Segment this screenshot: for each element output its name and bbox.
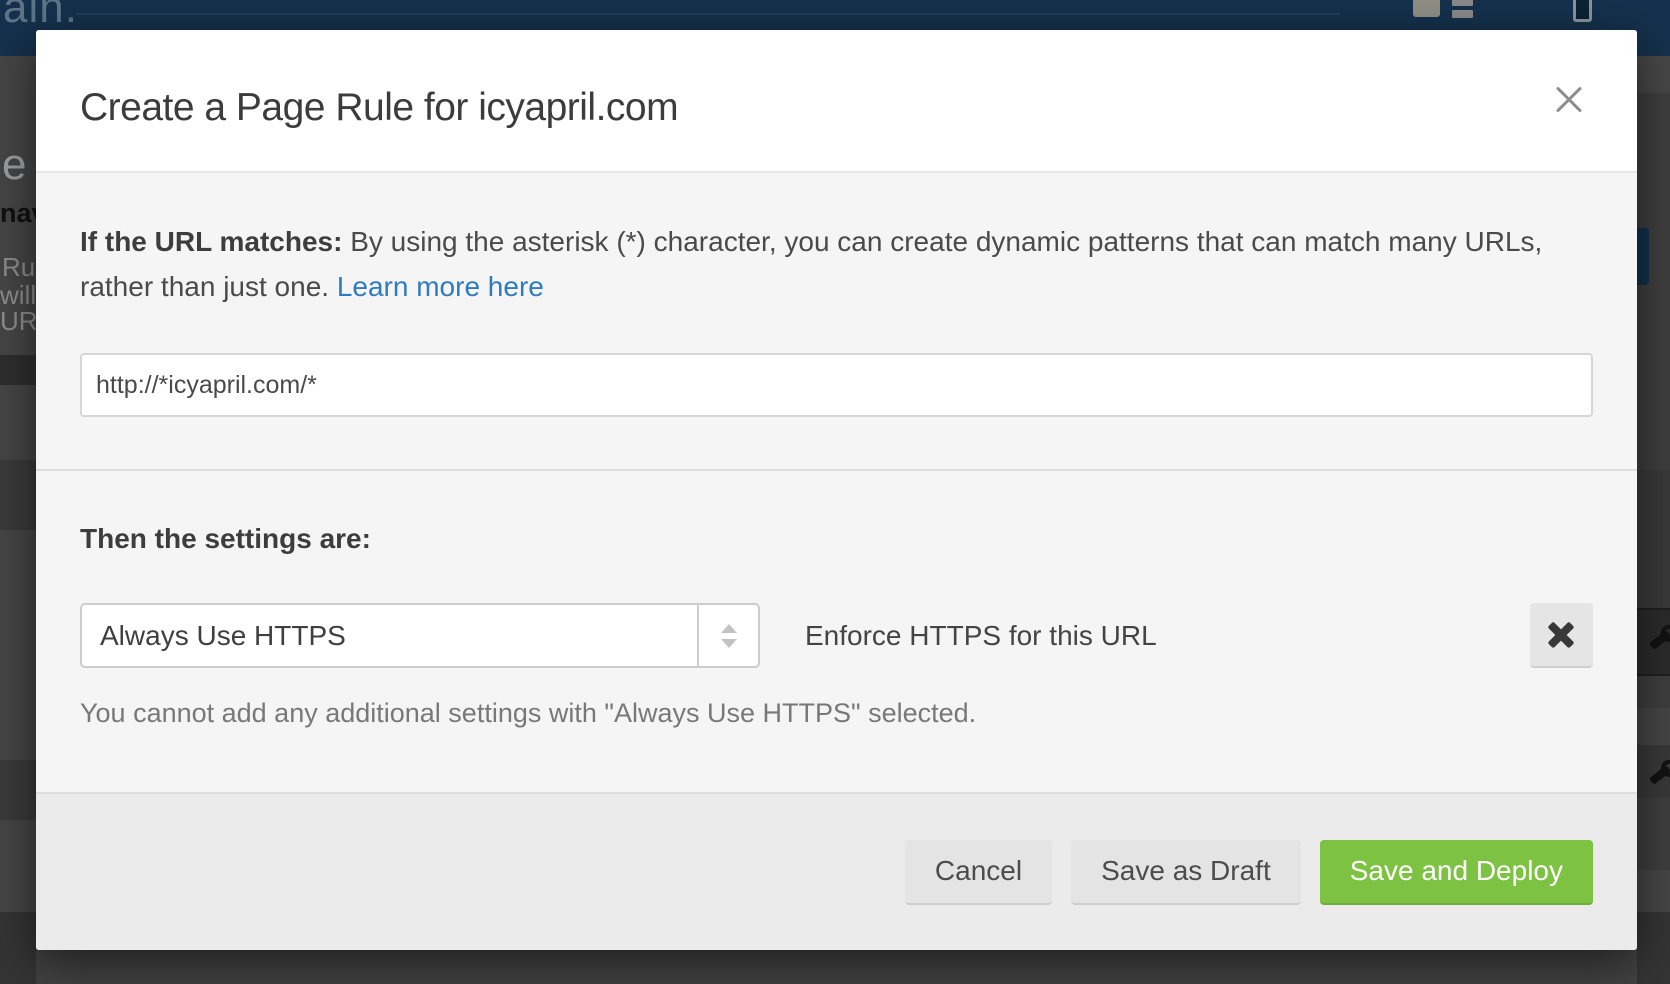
list-lines-icon xyxy=(1452,10,1473,18)
background-row-band xyxy=(0,460,36,530)
wrench-icon xyxy=(1649,765,1670,785)
background-text-fragment: UR xyxy=(0,306,38,337)
background-wrench-button xyxy=(1637,608,1670,676)
url-match-label: If the URL matches: xyxy=(80,226,342,257)
settings-heading: Then the settings are: xyxy=(80,523,1593,555)
list-box-icon xyxy=(1413,0,1440,17)
create-page-rule-modal: Create a Page Rule for icyapril.com If t… xyxy=(36,30,1637,950)
up-down-arrows-icon[interactable] xyxy=(697,605,758,666)
background-table-band xyxy=(0,355,36,385)
page-icon xyxy=(1573,0,1592,22)
setting-description: Enforce HTTPS for this URL xyxy=(805,620,1157,652)
screen: ain. e nav Ru will UR Create a Page Rule… xyxy=(0,0,1670,984)
list-lines-icon xyxy=(1452,0,1473,6)
modal-footer: Cancel Save as Draft Save and Deploy xyxy=(36,792,1637,950)
down-arrow-icon xyxy=(721,639,737,648)
modal-title: Create a Page Rule for icyapril.com xyxy=(80,86,678,130)
background-row-band xyxy=(0,760,36,820)
background-row-band xyxy=(1637,470,1670,608)
background-text-fragment: e xyxy=(2,140,26,190)
background-row-band xyxy=(0,912,36,984)
background-text-fragment: Ru xyxy=(2,252,35,283)
learn-more-link[interactable]: Learn more here xyxy=(337,271,544,302)
background-right-strip xyxy=(1637,56,1670,984)
url-match-section: If the URL matches: By using the asteris… xyxy=(36,173,1637,471)
settings-note: You cannot add any additional settings w… xyxy=(80,698,1593,729)
setting-row: Always Use HTTPS Enforce HTTPS for this … xyxy=(80,603,1593,668)
save-as-draft-button[interactable]: Save as Draft xyxy=(1071,840,1301,905)
setting-select[interactable]: Always Use HTTPS xyxy=(80,603,760,668)
cancel-button[interactable]: Cancel xyxy=(905,840,1052,905)
background-blue-button-fragment xyxy=(1637,228,1649,285)
save-and-deploy-button[interactable]: Save and Deploy xyxy=(1320,840,1593,905)
background-heading-fragment: ain. xyxy=(3,0,78,33)
modal-header: Create a Page Rule for icyapril.com xyxy=(36,30,1637,173)
background-left-strip: e nav Ru will UR xyxy=(0,56,36,984)
up-arrow-icon xyxy=(721,624,737,633)
wrench-icon xyxy=(1649,630,1670,650)
background-wrench-button xyxy=(1637,745,1670,798)
background-header-divider xyxy=(76,13,1340,15)
background-row-band xyxy=(1637,912,1670,984)
background-row-band xyxy=(1637,56,1670,93)
close-icon[interactable] xyxy=(1549,80,1589,120)
setting-select-value: Always Use HTTPS xyxy=(82,605,697,666)
url-pattern-input[interactable] xyxy=(80,353,1593,417)
delete-setting-button[interactable] xyxy=(1530,603,1593,668)
background-row-band xyxy=(1637,870,1670,912)
url-match-description: If the URL matches: By using the asteris… xyxy=(80,219,1593,309)
settings-section: Then the settings are: Always Use HTTPS … xyxy=(36,471,1637,792)
background-row-band xyxy=(1637,708,1670,745)
